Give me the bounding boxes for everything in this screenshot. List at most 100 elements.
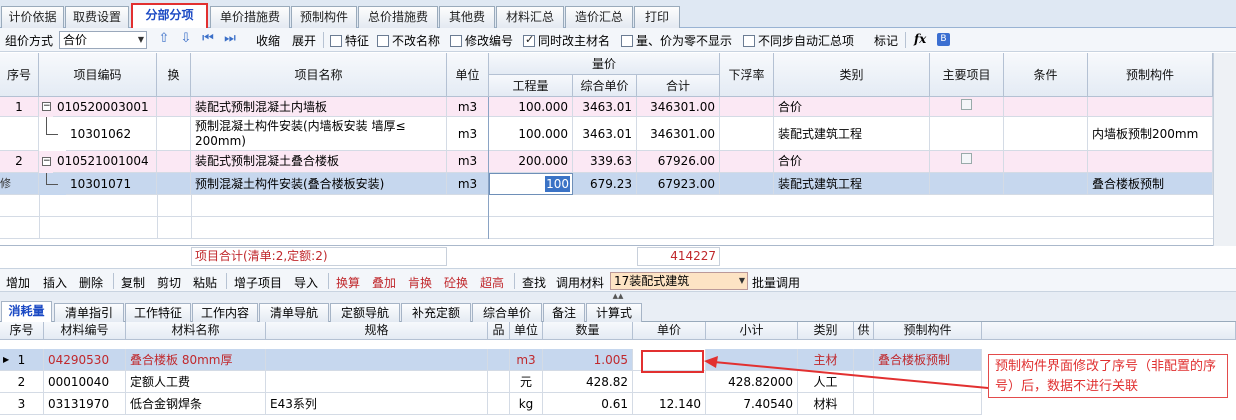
row-name: 装配式预制混凝土内墙板 — [191, 97, 447, 117]
main-item-checkbox[interactable] — [930, 151, 1004, 173]
row-seq: 3 — [0, 393, 44, 415]
tab-formula[interactable]: 计算式 — [586, 303, 642, 322]
find-button[interactable]: 查找 — [522, 274, 546, 291]
check-edit-code[interactable]: 修改编号 — [450, 32, 513, 49]
tab-consumption[interactable]: 消耗量 — [1, 301, 52, 322]
col-name: 项目名称 — [191, 53, 447, 97]
tab-quota-nav[interactable]: 定额导航 — [330, 303, 400, 322]
add-subitem-button[interactable]: 增子项目 — [234, 274, 282, 291]
vertical-scrollbar[interactable] — [1213, 53, 1236, 246]
collapse-icon[interactable]: − — [42, 102, 51, 111]
highlight-box — [641, 350, 704, 373]
tab-subsection[interactable]: 分部分项 — [131, 3, 208, 28]
check-keep-name[interactable]: 不改名称 — [377, 32, 440, 49]
tab-work-content[interactable]: 工作内容 — [192, 303, 258, 322]
call-material-button[interactable]: 调用材料 — [556, 274, 604, 291]
paste-button[interactable]: 粘贴 — [193, 274, 217, 291]
panel-splitter[interactable]: ▲▲ — [0, 292, 1236, 300]
concrete-swap-button[interactable]: 砼换 — [444, 274, 468, 291]
check-feature-label: 特征 — [345, 34, 370, 48]
row-float-rate — [720, 173, 774, 195]
row-seq: 2 — [0, 371, 44, 393]
fx-icon[interactable]: fx — [914, 32, 926, 46]
copy-button[interactable]: 复制 — [121, 274, 145, 291]
row-unit: m3 — [447, 97, 489, 117]
row-unit-price: 3463.01 — [573, 97, 637, 117]
expand-button[interactable]: 展开 — [292, 32, 316, 49]
add-button[interactable]: 增加 — [6, 274, 30, 291]
row-qty[interactable]: 100.000 — [489, 117, 573, 151]
tab-prefab[interactable]: 预制构件 — [291, 6, 357, 28]
tab-cost-summary[interactable]: 造价汇总 — [565, 6, 633, 28]
group-method-select[interactable]: 合价 ▼ — [59, 31, 147, 49]
row-total: 67923.00 — [637, 173, 720, 195]
last-icon[interactable]: ⏭ — [223, 32, 237, 46]
tab-list-guide[interactable]: 清单指引 — [54, 303, 124, 322]
checkbox-checked-icon — [523, 33, 535, 47]
group-method-value: 合价 — [63, 33, 88, 47]
row-qty[interactable]: 1.005 — [543, 349, 633, 371]
tree-line — [46, 184, 58, 185]
collapse-icon[interactable]: − — [42, 157, 51, 166]
tab-print[interactable]: 打印 — [634, 6, 680, 28]
over-height-button[interactable]: 超高 — [480, 274, 504, 291]
row-unit-price: 3463.01 — [573, 117, 637, 151]
check-rename-main-label: 同时改主材名 — [538, 34, 611, 48]
check-rename-main[interactable]: 同时改主材名 — [523, 32, 610, 49]
tab-notes[interactable]: 备注 — [543, 303, 585, 322]
b-icon[interactable]: B — [937, 33, 950, 46]
batch-call-button[interactable]: 批量调用 — [752, 274, 800, 291]
tab-fee-settings[interactable]: 取费设置 — [65, 6, 129, 28]
row-price[interactable] — [633, 371, 706, 393]
swap-button[interactable]: 肯换 — [408, 274, 432, 291]
col-condition: 条件 — [1004, 53, 1088, 97]
row-prefab: 叠合楼板预制 — [1088, 173, 1213, 195]
cut-button[interactable]: 剪切 — [157, 274, 181, 291]
row-name: 定额人工费 — [126, 371, 266, 393]
row-name-line2: 200mm) — [195, 134, 246, 148]
move-down-icon[interactable]: ⇩ — [179, 32, 193, 46]
tab-list-nav[interactable]: 清单导航 — [259, 303, 329, 322]
import-button[interactable]: 导入 — [294, 274, 318, 291]
checkbox-icon — [961, 153, 972, 164]
convert-button[interactable]: 换算 — [336, 274, 360, 291]
check-feature[interactable]: 特征 — [330, 32, 369, 49]
checkbox-icon — [330, 35, 342, 47]
move-up-icon[interactable]: ⇧ — [157, 32, 171, 46]
first-icon[interactable]: ⏮ — [201, 32, 215, 46]
tab-unit-measures[interactable]: 单价措施费 — [210, 6, 290, 28]
mark-button[interactable]: 标记 — [874, 32, 898, 49]
row-spec — [266, 371, 488, 393]
tab-pricing-basis[interactable]: 计价依据 — [1, 6, 64, 28]
main-item-checkbox[interactable] — [930, 97, 1004, 117]
tab-work-feature[interactable]: 工作特征 — [125, 303, 191, 322]
qty-editor-input[interactable]: 100 — [489, 173, 573, 195]
col-price: 单价 — [633, 322, 706, 340]
row-qty[interactable]: 100.000 — [489, 97, 573, 117]
row-qty[interactable]: 428.82 — [543, 371, 633, 393]
row-condition — [1004, 97, 1088, 117]
check-no-sync[interactable]: 不同步自动汇总项 — [743, 32, 854, 49]
row-price[interactable]: 12.140 — [633, 393, 706, 415]
checkbox-icon — [743, 35, 755, 47]
delete-button[interactable]: 删除 — [79, 274, 103, 291]
row-qty[interactable]: 200.000 — [489, 151, 573, 173]
tab-extra-quota[interactable]: 补充定额 — [401, 303, 471, 322]
overlay-button[interactable]: 叠加 — [372, 274, 396, 291]
divider — [226, 273, 227, 289]
tab-other-fees[interactable]: 其他费 — [439, 6, 495, 28]
tab-total-measures[interactable]: 总价措施费 — [358, 6, 438, 28]
row-seq: ▶ 1 — [0, 349, 44, 371]
col-float-rate: 下浮率 — [720, 53, 774, 97]
check-hide-zero[interactable]: 量、价为零不显示 — [621, 32, 732, 49]
row-name: 预制混凝土构件安装(叠合楼板安装) — [191, 173, 447, 195]
collapse-button[interactable]: 收缩 — [256, 32, 280, 49]
insert-button[interactable]: 插入 — [43, 274, 67, 291]
annotation-callout: 预制构件界面修改了序号（非配置的序号）后，数据不进行关联 — [988, 354, 1228, 398]
grid-line — [488, 97, 489, 239]
tab-material-summary[interactable]: 材料汇总 — [496, 6, 564, 28]
row-qty[interactable]: 0.61 — [543, 393, 633, 415]
material-library-value: 17装配式建筑 — [614, 274, 690, 288]
material-library-select[interactable]: 17装配式建筑 ▼ — [610, 272, 748, 290]
tab-unit-price[interactable]: 综合单价 — [472, 303, 542, 322]
